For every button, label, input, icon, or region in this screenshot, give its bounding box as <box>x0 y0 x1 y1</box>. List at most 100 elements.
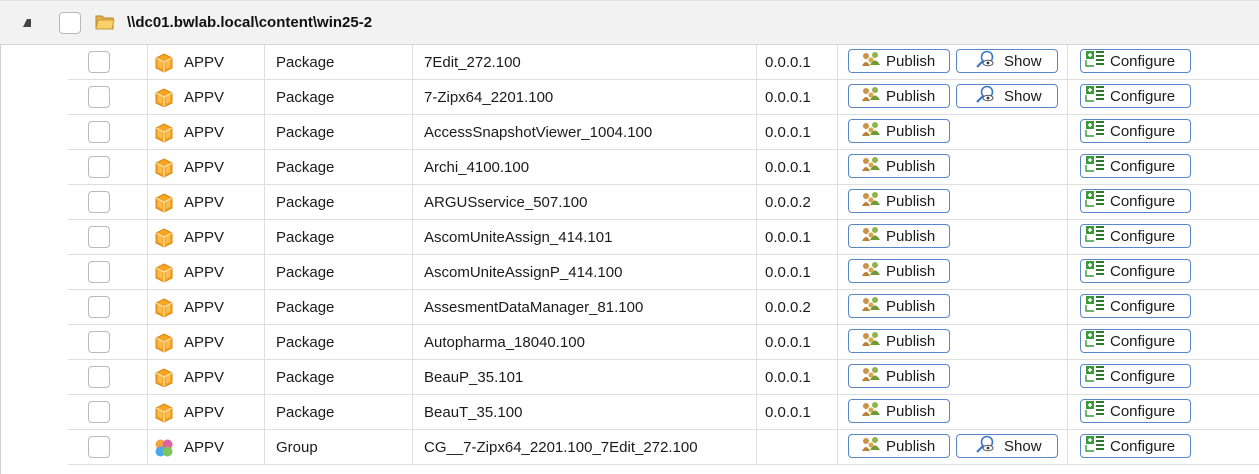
package-name: BeauT_35.100 <box>424 404 523 421</box>
package-icon <box>154 263 174 283</box>
kind-label: Package <box>276 299 335 316</box>
package-name: Archi_4100.100 <box>424 159 530 176</box>
publish-button[interactable]: Publish <box>848 399 950 423</box>
type-label: APPV <box>184 89 225 106</box>
configure-icon <box>1085 365 1110 387</box>
version-label: 0.0.0.1 <box>765 159 811 176</box>
version-label: 0.0.0.1 <box>765 404 811 421</box>
configure-label: Configure <box>1110 367 1176 385</box>
publish-button[interactable]: Publish <box>848 49 950 73</box>
publish-button[interactable]: Publish <box>848 294 950 318</box>
kind-label: Package <box>276 264 335 281</box>
table-row[interactable]: APPV Package 7Edit_272.100 0.0.0.1 Publish Sh… <box>68 45 1259 80</box>
publish-button[interactable]: Publish <box>848 189 950 213</box>
table-row[interactable]: APPV Group CG__7-Zipx64_2201.100_7Edit_272… <box>68 430 1259 465</box>
publish-button[interactable]: Publish <box>848 329 950 353</box>
table-row[interactable]: APPV Package AccessSnapshotViewer_1004.100… <box>68 115 1259 150</box>
type-label: APPV <box>184 194 225 211</box>
type-label: APPV <box>184 159 225 176</box>
row-checkbox[interactable] <box>88 86 110 108</box>
package-name: AssesmentDataManager_81.100 <box>424 299 644 316</box>
publish-icon <box>853 225 886 247</box>
package-name: BeauP_35.101 <box>424 369 524 386</box>
row-checkbox[interactable] <box>88 226 110 248</box>
table-row[interactable]: APPV Package 7-Zipx64_2201.100 0.0.0.1 Publi… <box>68 80 1259 115</box>
row-checkbox[interactable] <box>88 121 110 143</box>
package-icon <box>154 53 174 73</box>
type-label: APPV <box>184 404 225 421</box>
publish-label: Publish <box>886 122 936 140</box>
publish-button[interactable]: Publish <box>848 119 950 143</box>
package-icon <box>154 228 174 248</box>
publish-button[interactable]: Publish <box>848 434 950 458</box>
collapse-arrow-icon[interactable] <box>23 19 31 27</box>
kind-label: Package <box>276 334 335 351</box>
row-checkbox[interactable] <box>88 296 110 318</box>
row-checkbox[interactable] <box>88 331 110 353</box>
row-checkbox[interactable] <box>88 261 110 283</box>
configure-icon <box>1085 295 1110 317</box>
publish-icon <box>853 295 886 317</box>
table-row[interactable]: APPV Package ARGUSservice_507.100 0.0.0.2 Pu… <box>68 185 1259 220</box>
table-row[interactable]: APPV Package Archi_4100.100 0.0.0.1 Publish C… <box>68 150 1259 185</box>
search-eye-icon <box>961 85 1004 107</box>
table-row[interactable]: APPV Package AscomUniteAssignP_414.100 0.0.… <box>68 255 1259 290</box>
configure-button[interactable]: Configure <box>1080 294 1191 318</box>
table-row[interactable]: APPV Package BeauP_35.101 0.0.0.1 Publish Con… <box>68 360 1259 395</box>
configure-button[interactable]: Configure <box>1080 364 1191 388</box>
row-checkbox[interactable] <box>88 191 110 213</box>
configure-button[interactable]: Configure <box>1080 399 1191 423</box>
group-checkbox[interactable] <box>59 12 81 34</box>
type-label: APPV <box>184 439 225 456</box>
search-eye-icon <box>961 435 1004 457</box>
row-checkbox[interactable] <box>88 436 110 458</box>
configure-button[interactable]: Configure <box>1080 84 1191 108</box>
show-label: Show <box>1004 52 1042 70</box>
publish-button[interactable]: Publish <box>848 154 950 178</box>
version-label: 0.0.0.1 <box>765 89 811 106</box>
table-row[interactable]: APPV Package AssesmentDataManager_81.100 0.… <box>68 290 1259 325</box>
row-checkbox[interactable] <box>88 156 110 178</box>
configure-button[interactable]: Configure <box>1080 259 1191 283</box>
publish-button[interactable]: Publish <box>848 259 950 283</box>
configure-button[interactable]: Configure <box>1080 49 1191 73</box>
configure-button[interactable]: Configure <box>1080 189 1191 213</box>
configure-icon <box>1085 435 1110 457</box>
show-button[interactable]: Show <box>956 49 1058 73</box>
package-icon <box>154 123 174 143</box>
configure-button[interactable]: Configure <box>1080 224 1191 248</box>
package-icon <box>154 368 174 388</box>
row-checkbox[interactable] <box>88 51 110 73</box>
table-row[interactable]: APPV Package BeauT_35.100 0.0.0.1 Publish Con… <box>68 395 1259 430</box>
publish-button[interactable]: Publish <box>848 364 950 388</box>
configure-button[interactable]: Configure <box>1080 154 1191 178</box>
configure-label: Configure <box>1110 52 1176 70</box>
package-icon <box>154 298 174 318</box>
publish-label: Publish <box>886 227 936 245</box>
publish-label: Publish <box>886 332 936 350</box>
kind-label: Package <box>276 89 335 106</box>
kind-label: Package <box>276 159 335 176</box>
show-button[interactable]: Show <box>956 434 1058 458</box>
row-checkbox[interactable] <box>88 366 110 388</box>
publish-label: Publish <box>886 297 936 315</box>
row-checkbox[interactable] <box>88 401 110 423</box>
publish-label: Publish <box>886 157 936 175</box>
configure-button[interactable]: Configure <box>1080 329 1191 353</box>
table-row[interactable]: APPV Package AscomUniteAssign_414.101 0.0.0… <box>68 220 1259 255</box>
show-button[interactable]: Show <box>956 84 1058 108</box>
group-path: \\dc01.bwlab.local\content\win25-2 <box>127 14 373 31</box>
configure-label: Configure <box>1110 87 1176 105</box>
show-label: Show <box>1004 437 1042 455</box>
table-row[interactable]: APPV Package Autopharma_18040.100 0.0.0.1 Pu… <box>68 325 1259 360</box>
publish-button[interactable]: Publish <box>848 224 950 248</box>
configure-button[interactable]: Configure <box>1080 434 1191 458</box>
package-name: AscomUniteAssignP_414.100 <box>424 264 623 281</box>
publish-icon <box>853 120 886 142</box>
type-label: APPV <box>184 264 225 281</box>
configure-icon <box>1085 85 1110 107</box>
kind-label: Package <box>276 404 335 421</box>
type-label: APPV <box>184 124 225 141</box>
publish-button[interactable]: Publish <box>848 84 950 108</box>
configure-button[interactable]: Configure <box>1080 119 1191 143</box>
